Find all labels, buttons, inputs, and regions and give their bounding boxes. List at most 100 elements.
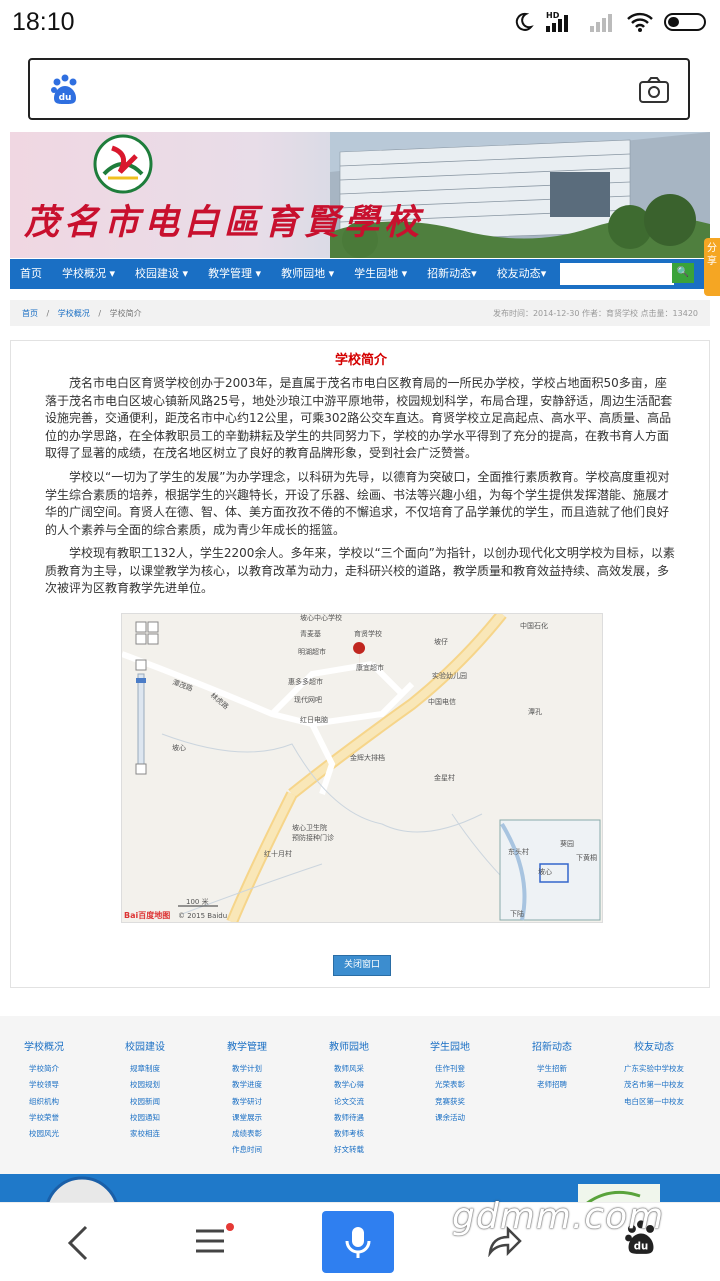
footer-link[interactable]: 老师招聘 [502,1077,602,1093]
footer-link[interactable]: 课堂展示 [197,1110,297,1126]
footer-link[interactable]: 教学进度 [197,1077,297,1093]
footer-link[interactable]: 组织机构 [0,1094,94,1110]
search-icon[interactable]: 🔍 [672,263,694,283]
back-icon[interactable] [64,1223,94,1267]
map-scale: 100 米 [186,897,209,906]
breadcrumb-current: 学校简介 [109,309,142,318]
footer-link[interactable]: 教学心得 [299,1077,399,1093]
map-label: 青麦基 [300,629,321,638]
share-tab[interactable]: 分享 [704,238,720,296]
nav-label: 招新动态 [427,267,472,280]
footer-link[interactable]: 教师考核 [299,1126,399,1142]
footer-heading[interactable]: 教师园地 [299,1038,399,1053]
map-label: 中国石化 [520,621,548,630]
footer-link[interactable]: 广东实验中学校友 [604,1061,704,1077]
nav-label: 教师园地 [281,267,326,280]
footer-link[interactable]: 论文交流 [299,1094,399,1110]
footer-link[interactable]: 教师待遇 [299,1110,399,1126]
camera-icon[interactable] [638,76,670,108]
footer-link[interactable]: 校园风光 [0,1126,94,1142]
footer-link[interactable]: 学校荣誉 [0,1110,94,1126]
footer-link[interactable]: 教学计划 [197,1061,297,1077]
footer-column: 校友动态 广东实验中学校友 茂名市第一中校友 电白区第一中校友 [604,1038,704,1110]
wifi-icon [626,11,654,37]
nav-admissions[interactable]: 招新动态▾ [417,259,487,289]
breadcrumb-section[interactable]: 学校概况 [58,309,90,318]
nav-campus-construction[interactable]: 校园建设 ▾ [125,259,198,289]
location-map[interactable]: 坡心中心学校 育贤学校 青麦基 明湖超市 康宜超市 惠多多超市 现代网吧 红日电… [121,613,603,923]
footer-link[interactable]: 学校简介 [0,1061,94,1077]
nav-label: 教学管理 [208,267,253,280]
footer-heading[interactable]: 学生园地 [400,1038,500,1053]
footer-link[interactable]: 作息时间 [197,1142,297,1158]
map-overview-inset[interactable]: 东头村 坡心 下黄桐 葵园 下陆 [499,819,601,921]
close-window-button[interactable]: 关闭窗口 [333,955,391,976]
article-paragraph: 学校现有教职工132人，学生2200余人。多年来，学校以“三个面向”为指针，以创… [45,546,675,595]
footer-column: 校园建设 规章制度 校园规划 校园新闻 校园通知 家校相连 [95,1038,195,1142]
map-label: 金星村 [434,773,455,782]
nav-teaching-management[interactable]: 教学管理 ▾ [198,259,271,289]
web-page: 茂名市电白區育賢學校 首页 学校概况 ▾ 校园建设 ▾ 教学管理 ▾ 教师园地 … [0,132,720,1202]
map-label: 坡心中心学校 [300,614,342,622]
site-search-input[interactable] [560,263,674,285]
nav-home[interactable]: 首页 [10,259,52,289]
footer-heading[interactable]: 教学管理 [197,1038,297,1053]
footer-link[interactable]: 校园通知 [95,1110,195,1126]
footer-link[interactable]: 教师风采 [299,1061,399,1077]
voice-search-button[interactable] [322,1211,394,1273]
nav-alumni[interactable]: 校友动态▾ [487,259,557,289]
footer-link[interactable]: 教学研讨 [197,1094,297,1110]
footer-column: 教师园地 教师风采 教学心得 论文交流 教师待遇 教师考核 好文转载 [299,1038,399,1159]
hd-label: HD [546,11,560,20]
article-meta: 发布时间：2014-12-30 作者：育贤学校 点击量：13420 [492,309,698,318]
nav-school-overview[interactable]: 学校概况 ▾ [52,259,125,289]
footer-heading[interactable]: 招新动态 [502,1038,602,1053]
nav-teachers[interactable]: 教师园地 ▾ [271,259,344,289]
footer-link[interactable]: 茂名市第一中校友 [604,1077,704,1093]
menu-icon[interactable] [194,1223,234,1263]
map-label: 红十月村 [264,849,292,858]
map-label: 葵园 [560,839,574,848]
footer-link[interactable]: 光荣表彰 [400,1077,500,1093]
footer-link[interactable]: 好文转载 [299,1142,399,1158]
footer-column: 招新动态 学生招新 老师招聘 [502,1038,602,1094]
school-name-title: 茂名市电白區育賢學校 [24,202,425,243]
map-label: 预防接种门诊 [292,833,334,842]
nav-students[interactable]: 学生园地 ▾ [344,259,417,289]
signal-icon: HD [544,10,578,38]
footer-heading[interactable]: 校园建设 [95,1038,195,1053]
footer-link[interactable]: 成绩表彰 [197,1126,297,1142]
baidu-paw-icon[interactable]: du [50,74,80,110]
map-label: 实验幼儿园 [432,671,467,680]
breadcrumb: 首页 / 学校概况 / 学校简介 [22,308,142,319]
footer-link[interactable]: 家校相连 [95,1126,195,1142]
footer-link[interactable]: 学生招新 [502,1061,602,1077]
breadcrumb-separator: / [46,309,50,318]
footer-link[interactable]: 佳作刊登 [400,1061,500,1077]
breadcrumb-separator: / [98,309,102,318]
battery-icon [664,11,708,37]
map-label: 潭孔 [528,707,542,716]
footer-column: 教学管理 教学计划 教学进度 教学研讨 课堂展示 成绩表彰 作息时间 [197,1038,297,1159]
footer-column: 学校概况 学校简介 学校领导 组织机构 学校荣誉 校园风光 [0,1038,94,1142]
map-copyright: © 2015 Baidu [178,912,227,920]
map-label: 坡心 [538,867,552,876]
map-label: 明湖超市 [298,647,326,656]
footer-link[interactable]: 校园新闻 [95,1094,195,1110]
browser-search-bar[interactable]: du [28,58,690,120]
footer-link[interactable]: 规章制度 [95,1061,195,1077]
footer-link[interactable]: 竞赛获奖 [400,1094,500,1110]
footer-link[interactable]: 电白区第一中校友 [604,1094,704,1110]
footer-heading[interactable]: 学校概况 [0,1038,94,1053]
footer-link[interactable]: 课余活动 [400,1110,500,1126]
footer-heading[interactable]: 校友动态 [604,1038,704,1053]
nav-label: 校友动态 [496,267,541,280]
map-label: 红日电脑 [300,715,328,724]
footer-link[interactable]: 校园规划 [95,1077,195,1093]
footer-link[interactable]: 学校领导 [0,1077,94,1093]
breadcrumb-home[interactable]: 首页 [22,309,38,318]
svg-text:du: du [59,93,72,103]
map-label: 下陆 [510,909,524,918]
baidu-map-logo: Bai百度地图 [124,910,170,920]
map-label: 坡心卫生院 [292,823,327,832]
